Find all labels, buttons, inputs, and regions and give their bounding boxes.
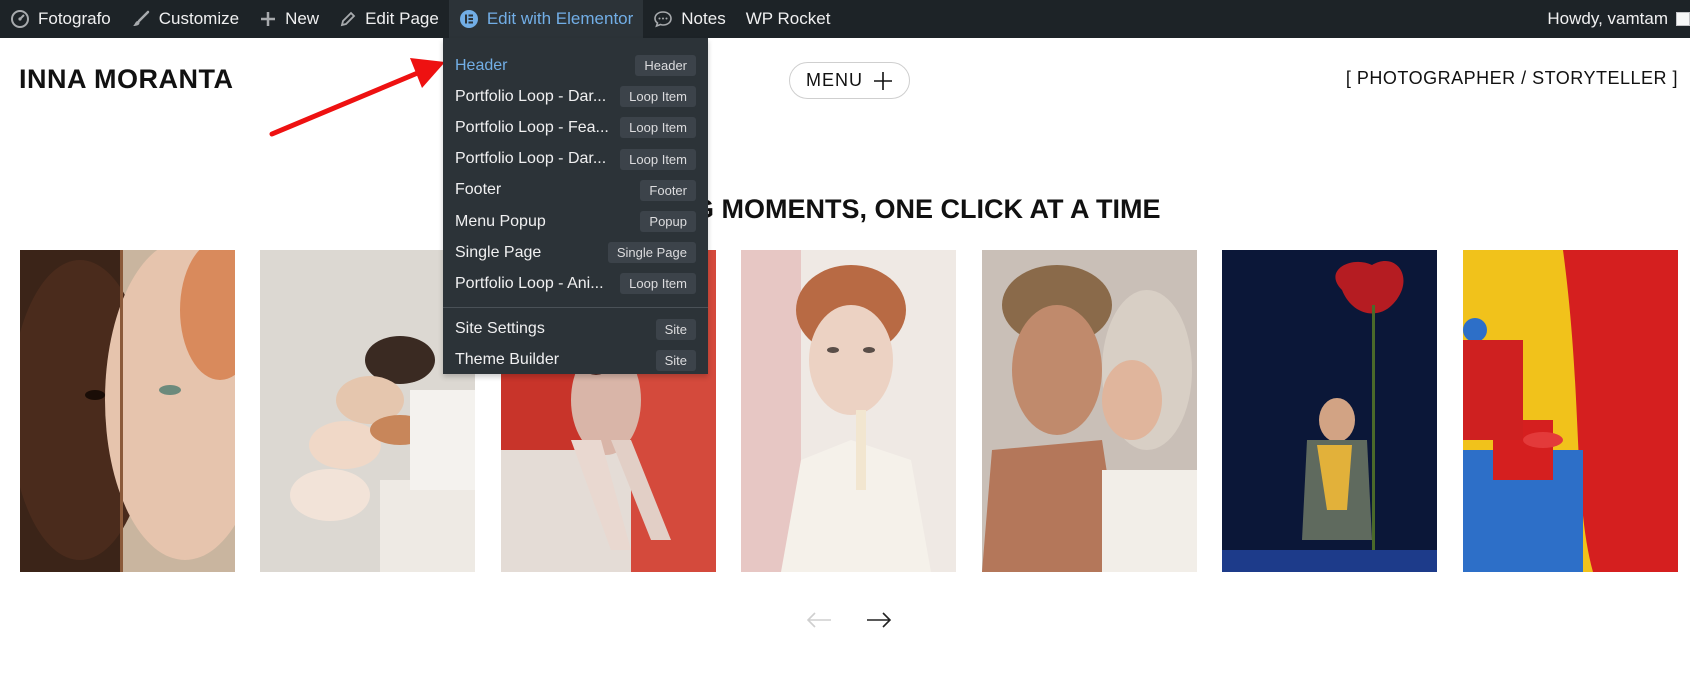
- gallery-photo-7[interactable]: [1463, 250, 1678, 572]
- annotation-arrow: [269, 58, 445, 137]
- dropdown-item-badge: Loop Item: [620, 86, 696, 108]
- section-title: G MOMENTS, ONE CLICK AT A TIME: [693, 194, 1161, 224]
- dropdown-item-theme-builder[interactable]: Theme Builder Site: [443, 345, 708, 376]
- site-logo[interactable]: INNA MORANTA: [19, 64, 233, 95]
- dropdown-item-badge: Popup: [640, 211, 696, 233]
- dropdown-item-badge: Site: [655, 318, 696, 340]
- gallery-photo-5[interactable]: [982, 250, 1197, 572]
- dropdown-divider: [443, 306, 708, 308]
- pencil-icon: [340, 11, 356, 27]
- gallery-photo-1[interactable]: [20, 250, 235, 572]
- notes-link[interactable]: Notes: [643, 0, 735, 38]
- dropdown-item-site-settings[interactable]: Site Settings Site: [443, 314, 708, 345]
- my-account-link[interactable]: Howdy, vamtam: [1537, 0, 1690, 38]
- dropdown-item-label: Portfolio Loop - Dar...: [455, 150, 607, 168]
- dropdown-item-badge: Header: [635, 55, 696, 77]
- plus-icon: [874, 71, 892, 90]
- dropdown-item-label: Header: [455, 56, 508, 74]
- dropdown-item-label: Portfolio Loop - Fea...: [455, 118, 609, 136]
- dropdown-item-portfolio-loop-1[interactable]: Portfolio Loop - Dar... Loop Item: [443, 81, 708, 112]
- wp-rocket-label: WP Rocket: [745, 9, 831, 28]
- dropdown-item-badge: Loop Item: [620, 117, 696, 139]
- elementor-templates-dropdown: Header Header Portfolio Loop - Dar... Lo…: [443, 38, 708, 374]
- edit-page-link[interactable]: Edit Page: [329, 0, 449, 38]
- edit-with-elementor-label: Edit with Elementor: [486, 9, 634, 28]
- howdy-label: Howdy, vamtam: [1547, 9, 1668, 28]
- dashboard-icon: [11, 10, 29, 28]
- menu-button-label: MENU: [806, 70, 863, 90]
- site-name-label: Fotografo: [38, 9, 111, 28]
- dropdown-item-portfolio-loop-4[interactable]: Portfolio Loop - Ani... Loop Item: [443, 268, 708, 299]
- dropdown-item-portfolio-loop-3[interactable]: Portfolio Loop - Dar... Loop Item: [443, 144, 708, 175]
- wp-admin-bar: Fotografo Customize New Edit Page Edit w…: [0, 0, 1690, 38]
- edit-with-elementor-link[interactable]: Edit with Elementor: [448, 0, 644, 38]
- dropdown-item-label: Menu Popup: [455, 212, 546, 230]
- dropdown-item-label: Site Settings: [455, 320, 545, 338]
- customize-link[interactable]: Customize: [121, 0, 249, 38]
- dropdown-item-label: Footer: [455, 181, 502, 199]
- speech-bubble-icon: [654, 11, 673, 28]
- brush-icon: [132, 10, 150, 26]
- site-name-link[interactable]: Fotografo: [0, 0, 121, 38]
- dropdown-item-menu-popup[interactable]: Menu Popup Popup: [443, 206, 708, 237]
- arrow-right-icon: [867, 612, 892, 628]
- menu-button[interactable]: MENU: [789, 62, 910, 99]
- dropdown-item-badge: Single Page: [607, 242, 696, 264]
- avatar: [1676, 12, 1690, 26]
- gallery-photo-6[interactable]: [1222, 250, 1437, 572]
- plus-icon: [261, 12, 276, 26]
- dropdown-item-label: Theme Builder: [455, 351, 560, 369]
- dropdown-item-label: Portfolio Loop - Ani...: [455, 274, 604, 292]
- edit-page-label: Edit Page: [365, 9, 439, 28]
- carousel-next-button[interactable]: [866, 611, 892, 634]
- dropdown-item-badge: Loop Item: [620, 148, 696, 170]
- page: Fotografo Customize New Edit Page Edit w…: [0, 0, 1690, 700]
- new-label: New: [285, 9, 320, 28]
- wp-rocket-link[interactable]: WP Rocket: [736, 0, 841, 38]
- dropdown-item-portfolio-loop-2[interactable]: Portfolio Loop - Fea... Loop Item: [443, 112, 708, 143]
- dropdown-item-badge: Site: [655, 349, 696, 371]
- elementor-icon: [459, 10, 478, 28]
- dropdown-item-label: Single Page: [455, 243, 542, 261]
- customize-label: Customize: [158, 9, 240, 28]
- dropdown-item-badge: Loop Item: [620, 273, 696, 295]
- gallery-photo-4[interactable]: [741, 250, 956, 572]
- dropdown-item-label: Portfolio Loop - Dar...: [455, 87, 607, 105]
- dropdown-item-footer[interactable]: Footer Footer: [443, 175, 708, 206]
- arrow-left-icon: [806, 612, 831, 628]
- carousel-prev-button[interactable]: [806, 611, 832, 634]
- dropdown-item-badge: Footer: [640, 179, 696, 201]
- dropdown-item-header[interactable]: Header Header: [443, 50, 708, 81]
- notes-label: Notes: [681, 9, 726, 28]
- new-content-link[interactable]: New: [249, 0, 329, 38]
- dropdown-item-single-page[interactable]: Single Page Single Page: [443, 237, 708, 268]
- site-tagline: [ PHOTOGRAPHER / STORYTELLER ]: [1345, 68, 1678, 88]
